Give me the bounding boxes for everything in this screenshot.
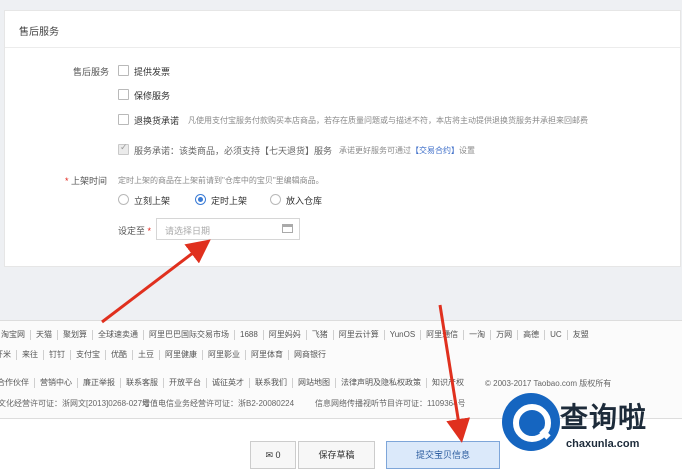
- arrow-to-date-input: [101, 239, 211, 324]
- watermark-cn: 查询啦: [560, 401, 648, 434]
- arrow-to-submit: [438, 304, 471, 443]
- watermark-en: chaxunla.com: [566, 438, 640, 450]
- watermark-logo-icon: [502, 393, 560, 451]
